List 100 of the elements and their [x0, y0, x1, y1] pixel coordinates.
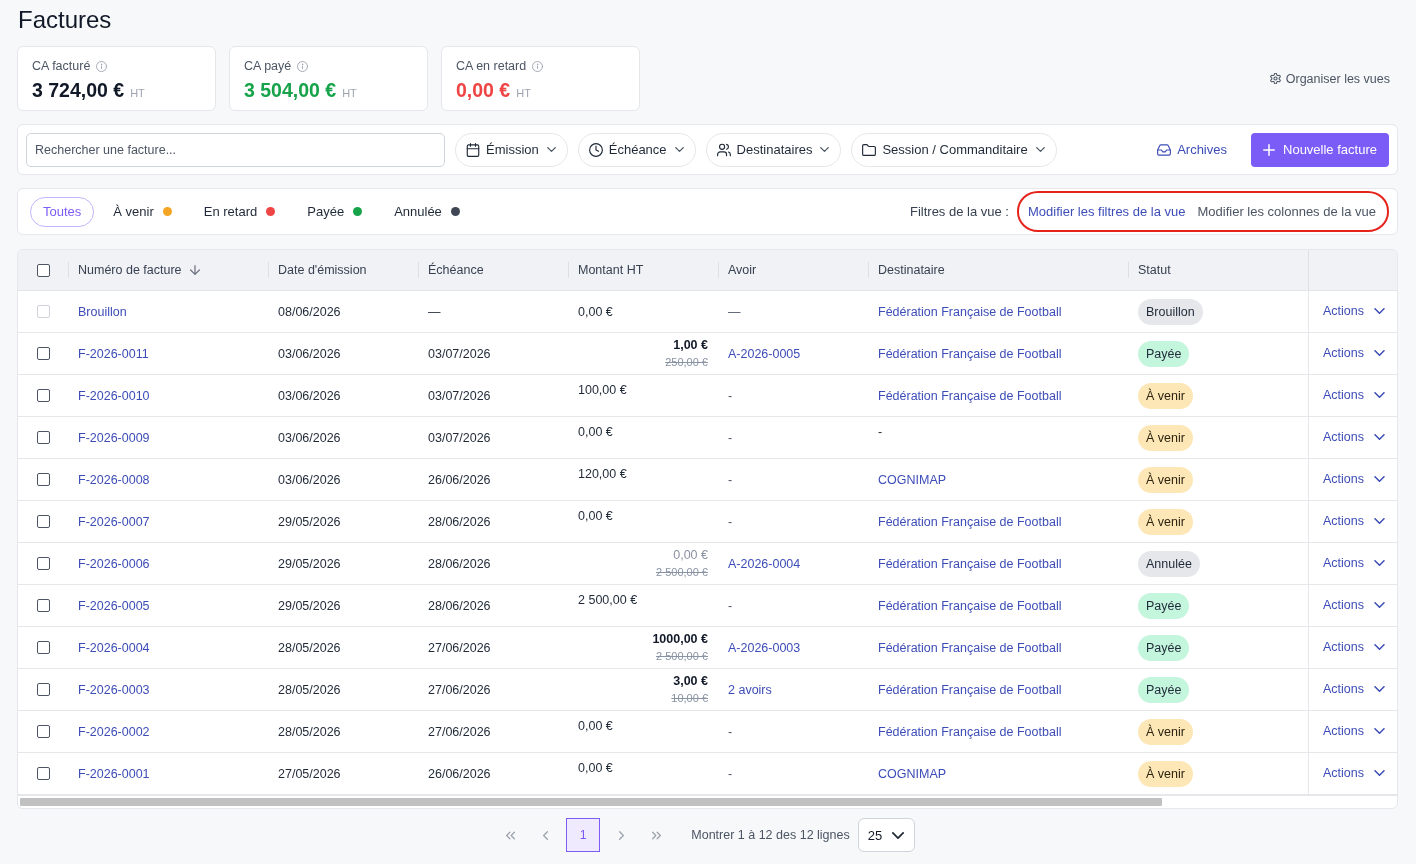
view-link[interactable]: Modifier les colonnes de la vue — [1197, 204, 1376, 219]
invoice-number-link[interactable]: F-2026-0004 — [78, 640, 150, 655]
archives-link[interactable]: Archives — [1157, 142, 1227, 157]
recipient-link[interactable]: Fédération Française de Football — [878, 724, 1062, 739]
column-header[interactable]: Avoir — [728, 263, 757, 277]
recipient-link[interactable]: Fédération Française de Football — [878, 640, 1062, 655]
row-checkbox[interactable] — [36, 683, 50, 696]
actions-dropdown[interactable]: Actions — [1323, 429, 1385, 444]
invoice-number-link[interactable]: F-2026-0006 — [78, 556, 150, 571]
amount-text: 2 500,00 € — [578, 593, 638, 607]
row-checkbox[interactable] — [36, 767, 50, 780]
recipient-link[interactable]: Fédération Française de Football — [878, 346, 1062, 361]
page-button[interactable]: 1 — [566, 818, 601, 852]
actions-dropdown[interactable]: Actions — [1323, 387, 1385, 402]
select-all-checkbox[interactable] — [36, 263, 50, 277]
chevron-down-icon — [1374, 685, 1385, 692]
row-checkbox[interactable] — [36, 389, 50, 402]
chevron-down-icon — [1374, 349, 1385, 356]
table-cell: 29/05/2026 — [278, 556, 341, 571]
invoice-number-link[interactable]: Brouillon — [78, 304, 127, 319]
table-cell: - — [728, 724, 733, 739]
recipient-link[interactable]: Fédération Française de Football — [878, 556, 1062, 571]
actions-dropdown[interactable]: Actions — [1323, 471, 1385, 486]
status-tab[interactable]: À venir — [100, 196, 185, 227]
row-checkbox[interactable] — [36, 431, 50, 444]
invoice-number-link[interactable]: F-2026-0009 — [78, 430, 150, 445]
actions-dropdown[interactable]: Actions — [1323, 513, 1385, 528]
kpi-unit: HT — [342, 87, 357, 99]
invoice-number-link[interactable]: F-2026-0005 — [78, 598, 150, 613]
table-cell: 27/05/2026 — [278, 766, 341, 781]
kpi-label: CA en retard — [456, 58, 527, 74]
table-cell: 03/07/2026 — [428, 346, 491, 361]
table-cell: - — [728, 766, 733, 781]
status-tab[interactable]: En retard — [190, 196, 289, 227]
invoice-number-link[interactable]: F-2026-0008 — [78, 472, 150, 487]
row-checkbox[interactable] — [36, 347, 50, 360]
recipient-link[interactable]: Fédération Française de Football — [878, 304, 1062, 319]
invoice-number-link[interactable]: F-2026-0003 — [78, 682, 150, 697]
view-link[interactable]: Modifier les filtres de la vue — [1028, 204, 1186, 219]
invoice-number-link[interactable]: F-2026-0002 — [78, 724, 150, 739]
page-size-select[interactable]: 25 — [857, 818, 915, 852]
actions-dropdown[interactable]: Actions — [1323, 639, 1385, 654]
invoice-number-link[interactable]: F-2026-0011 — [78, 346, 149, 361]
search-field[interactable]: Rechercher une facture... — [26, 132, 445, 167]
recipient-link[interactable]: Fédération Française de Football — [878, 388, 1062, 403]
credit-note-link[interactable]: A-2026-0004 — [728, 556, 801, 571]
row-checkbox[interactable] — [36, 515, 50, 528]
row-checkbox[interactable] — [36, 557, 50, 570]
table-cell: 28/06/2026 — [428, 556, 491, 571]
row-checkbox[interactable] — [36, 473, 50, 486]
chevron-down-icon — [891, 831, 904, 839]
actions-dropdown[interactable]: Actions — [1323, 681, 1385, 696]
actions-dropdown[interactable]: Actions — [1323, 345, 1385, 360]
recipient-link[interactable]: COGNIMAP — [878, 472, 947, 487]
original-amount-text: 250,00 € — [665, 355, 708, 369]
actions-dropdown[interactable]: Actions — [1323, 303, 1385, 318]
amount-text: 0,00 € — [578, 304, 613, 319]
recipient-link[interactable]: COGNIMAP — [878, 766, 947, 781]
chevron-down-icon — [1374, 643, 1385, 650]
recipient-link[interactable]: Fédération Française de Football — [878, 514, 1062, 529]
table-cell: - — [728, 430, 733, 445]
chevron-down-icon — [1374, 727, 1385, 734]
credit-note-link[interactable]: A-2026-0003 — [728, 640, 801, 655]
kpi-unit: HT — [130, 87, 145, 99]
credit-note-link[interactable]: A-2026-0005 — [728, 346, 801, 361]
chevron-down-icon — [1374, 601, 1385, 608]
amount-text: 1000,00 € — [652, 632, 708, 647]
credit-note-link[interactable]: 2 avoirs — [728, 682, 772, 697]
actions-dropdown[interactable]: Actions — [1323, 597, 1385, 612]
column-header[interactable]: Date d'émission — [278, 263, 367, 277]
kpi-unit: HT — [516, 87, 531, 99]
status-badge: Brouillon — [1138, 298, 1203, 325]
page-title: Factures — [18, 5, 112, 35]
row-checkbox[interactable] — [36, 599, 50, 612]
column-header[interactable]: Montant HT — [578, 263, 644, 277]
row-checkbox[interactable] — [36, 641, 50, 654]
actions-dropdown[interactable]: Actions — [1323, 555, 1385, 570]
status-tab[interactable]: Payée — [294, 196, 376, 227]
status-tab[interactable]: Annulée — [381, 196, 473, 227]
actions-dropdown[interactable]: Actions — [1323, 723, 1385, 738]
recipient-link[interactable]: Fédération Française de Football — [878, 598, 1062, 613]
column-header[interactable]: Échéance — [428, 263, 484, 277]
sort-arrow-icon[interactable] — [189, 265, 200, 275]
invoice-number-link[interactable]: F-2026-0001 — [78, 766, 150, 781]
invoice-number-link[interactable]: F-2026-0010 — [78, 388, 150, 403]
organize-views-button[interactable]: Organiser les vues — [1269, 71, 1390, 86]
actions-dropdown[interactable]: Actions — [1323, 765, 1385, 780]
table-cell: 29/05/2026 — [278, 598, 341, 613]
recipient-link[interactable]: Fédération Française de Football — [878, 682, 1062, 697]
new-invoice-button[interactable]: Nouvelle facture — [1251, 132, 1389, 167]
invoice-number-link[interactable]: F-2026-0007 — [78, 514, 150, 529]
column-header[interactable]: Statut — [1138, 263, 1171, 277]
scrollbar-thumb[interactable] — [20, 798, 1162, 806]
status-badge: Annulée — [1138, 550, 1200, 577]
column-header[interactable]: Numéro de facture — [78, 263, 182, 277]
column-header[interactable]: Destinataire — [878, 263, 945, 277]
chevron-down-icon — [1374, 559, 1385, 566]
table-cell: 03/06/2026 — [278, 472, 341, 487]
row-checkbox[interactable] — [36, 725, 50, 738]
chevron-down-icon — [1374, 307, 1385, 314]
